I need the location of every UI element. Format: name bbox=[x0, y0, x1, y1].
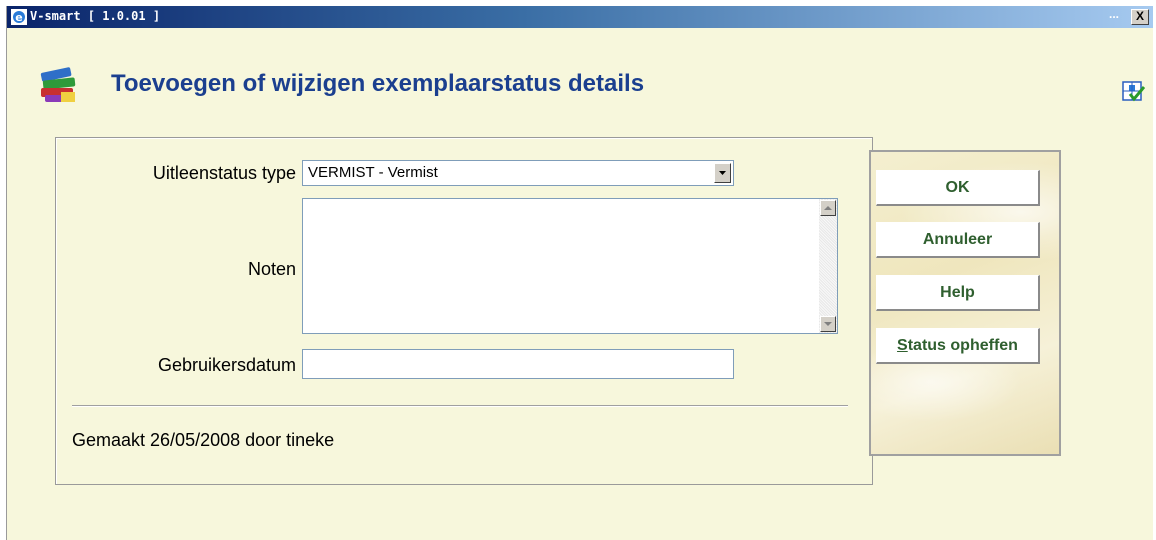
close-button[interactable]: X bbox=[1131, 9, 1149, 25]
user-date-label: Gebruikersdatum bbox=[157, 355, 296, 375]
remove-status-label: tatus opheffen bbox=[907, 337, 1018, 354]
books-icon bbox=[40, 67, 76, 102]
cancel-button[interactable]: Annuleer bbox=[876, 222, 1040, 258]
browser-e-icon: e bbox=[11, 9, 27, 25]
notes-scrollbar[interactable] bbox=[819, 199, 837, 333]
divider bbox=[72, 405, 848, 407]
notes-label: Noten bbox=[247, 259, 296, 279]
page-title: Toevoegen of wijzigen exemplaarstatus de… bbox=[111, 70, 645, 97]
created-info: Gemaakt 26/05/2008 door tineke bbox=[72, 430, 335, 450]
status-type-value: VERMIST - Vermist bbox=[308, 164, 438, 181]
title-bar: e V-smart [ 1.0.01 ] ... X bbox=[7, 6, 1153, 28]
status-type-select[interactable]: VERMIST - Vermist bbox=[302, 160, 734, 186]
checkmark-settings-icon[interactable] bbox=[1121, 80, 1145, 104]
remove-status-button[interactable]: Status opheffen bbox=[876, 328, 1040, 364]
help-button[interactable]: Help bbox=[876, 275, 1040, 311]
notes-textarea[interactable] bbox=[302, 198, 838, 334]
user-date-input[interactable] bbox=[302, 349, 734, 379]
remove-status-accesskey: S bbox=[897, 337, 908, 354]
status-type-label: Uitleenstatus type bbox=[152, 163, 296, 183]
scroll-down-icon[interactable] bbox=[820, 316, 836, 332]
dropdown-arrow-icon[interactable] bbox=[714, 163, 731, 183]
window-title-dots: ... bbox=[1108, 7, 1119, 21]
scroll-up-icon[interactable] bbox=[820, 200, 836, 216]
window-title: V-smart [ 1.0.01 ] bbox=[30, 9, 161, 23]
svg-text:e: e bbox=[15, 11, 22, 24]
ok-button[interactable]: OK bbox=[876, 170, 1040, 206]
